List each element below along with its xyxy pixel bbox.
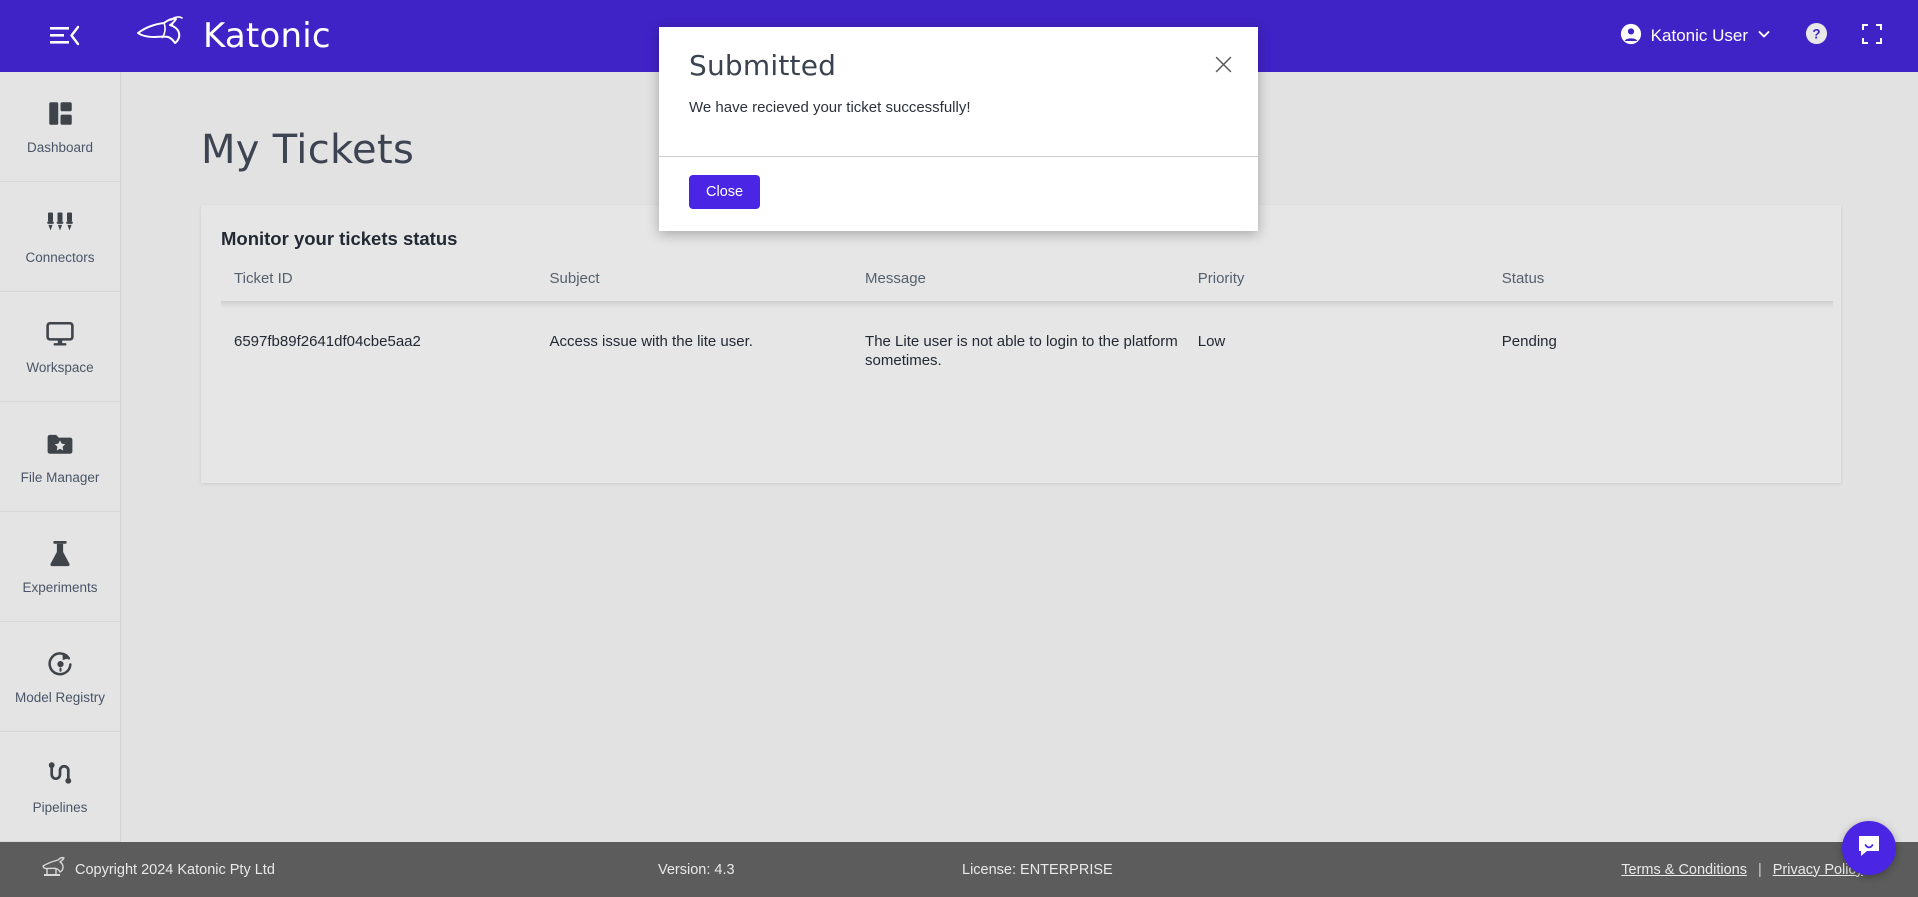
- folder-star-icon: [46, 429, 74, 459]
- tickets-table-body-wrap: 6597fb89f2641df04cbe5aa2 Access issue wi…: [221, 309, 1833, 390]
- fullscreen-icon[interactable]: [1862, 23, 1882, 49]
- column-header-priority[interactable]: Priority: [1185, 270, 1489, 301]
- cell-priority: Low: [1197, 333, 1226, 350]
- column-header-ticket-id[interactable]: Ticket ID: [221, 270, 537, 301]
- footer-links: Terms & Conditions | Privacy Policy: [1621, 862, 1863, 878]
- sidebar-item-experiments[interactable]: Experiments: [0, 512, 120, 622]
- dialog-body-text: We have recieved your ticket successfull…: [689, 99, 971, 116]
- user-name-label: Katonic User: [1650, 26, 1748, 45]
- flask-icon: [48, 539, 72, 569]
- sidebar-item-label: Connectors: [25, 249, 95, 265]
- monitor-icon: [46, 319, 74, 349]
- hamburger-collapse-icon: [50, 25, 80, 47]
- brand-logo-link[interactable]: Katonic: [134, 15, 331, 57]
- sidebar-item-label: Model Registry: [14, 689, 106, 705]
- chevron-down-icon: [1757, 26, 1771, 46]
- close-button[interactable]: Close: [689, 175, 761, 209]
- sidebar-item-connectors[interactable]: Connectors: [0, 182, 120, 292]
- sidebar-item-dashboard[interactable]: Dashboard: [0, 72, 120, 182]
- footer-license: License: ENTERPRISE: [962, 861, 1113, 878]
- user-menu-button[interactable]: Katonic User: [1620, 23, 1771, 50]
- connectors-plugs-icon: [46, 209, 74, 239]
- cell-ticket-id: 6597fb89f2641df04cbe5aa2: [234, 333, 421, 350]
- sidebar-item-label: Dashboard: [26, 139, 94, 155]
- svg-text:?: ?: [1812, 26, 1820, 41]
- chat-launcher-button[interactable]: [1842, 821, 1896, 875]
- sidebar-item-file-manager[interactable]: File Manager: [0, 402, 120, 512]
- tickets-table-body: 6597fb89f2641df04cbe5aa2 Access issue wi…: [221, 309, 1833, 390]
- app-root: Katonic Katonic User ? Dashboard Connect…: [0, 0, 1918, 897]
- footer-version: Version: 4.3: [658, 861, 735, 878]
- dashboard-grid-icon: [47, 99, 74, 129]
- tickets-table-head: Ticket ID Subject Message Priority Statu…: [221, 270, 1833, 301]
- tickets-card: Monitor your tickets status Ticket ID Su…: [201, 205, 1841, 483]
- footer-copyright-text: Copyright 2024 Katonic Pty Ltd: [75, 861, 275, 878]
- column-header-message[interactable]: Message: [852, 270, 1185, 301]
- dialog-footer: Close: [659, 156, 1258, 231]
- header-actions: Katonic User ?: [1620, 22, 1882, 50]
- chat-bubble-smile-icon: [1856, 833, 1882, 864]
- left-sidebar: Dashboard Connectors Workspace File Mana…: [0, 72, 121, 842]
- account-circle-icon: [1620, 23, 1642, 50]
- sidebar-item-label: Experiments: [22, 579, 98, 595]
- kangaroo-logo-icon: [40, 856, 66, 884]
- sidebar-item-label: Pipelines: [32, 799, 88, 815]
- dialog-title: Submitted: [689, 49, 837, 82]
- footer-copyright: Copyright 2024 Katonic Pty Ltd: [40, 856, 275, 884]
- sidebar-item-label: Workspace: [26, 359, 94, 375]
- sidebar-toggle-button[interactable]: [44, 19, 86, 53]
- tickets-table: Ticket ID Subject Message Priority Statu…: [221, 270, 1833, 301]
- cell-status: Pending: [1501, 333, 1557, 350]
- close-x-icon[interactable]: [1215, 56, 1232, 78]
- dialog-header: Submitted: [659, 27, 1258, 99]
- table-header-divider: [221, 301, 1833, 309]
- model-refresh-icon: [47, 649, 74, 679]
- kangaroo-logo-icon: [134, 15, 196, 57]
- page-footer: Copyright 2024 Katonic Pty Ltd Version: …: [0, 842, 1918, 897]
- cell-message: The Lite user is not able to login to th…: [865, 333, 1178, 370]
- sidebar-item-workspace[interactable]: Workspace: [0, 292, 120, 402]
- footer-link-separator: |: [1757, 861, 1762, 878]
- cell-subject: Access issue with the lite user.: [549, 333, 753, 350]
- table-header-row: Ticket ID Subject Message Priority Statu…: [221, 270, 1833, 301]
- brand-name: Katonic: [203, 16, 331, 56]
- sidebar-item-pipelines[interactable]: Pipelines: [0, 732, 120, 842]
- help-circle-icon[interactable]: ?: [1805, 22, 1828, 50]
- submitted-dialog: Submitted We have recieved your ticket s…: [659, 27, 1258, 231]
- sidebar-item-label: File Manager: [20, 469, 100, 485]
- column-header-subject[interactable]: Subject: [537, 270, 853, 301]
- pipeline-nodes-icon: [48, 759, 72, 789]
- sidebar-item-model-registry[interactable]: Model Registry: [0, 622, 120, 732]
- table-row[interactable]: 6597fb89f2641df04cbe5aa2 Access issue wi…: [221, 309, 1833, 390]
- terms-conditions-link[interactable]: Terms & Conditions: [1621, 862, 1747, 878]
- column-header-status[interactable]: Status: [1489, 270, 1833, 301]
